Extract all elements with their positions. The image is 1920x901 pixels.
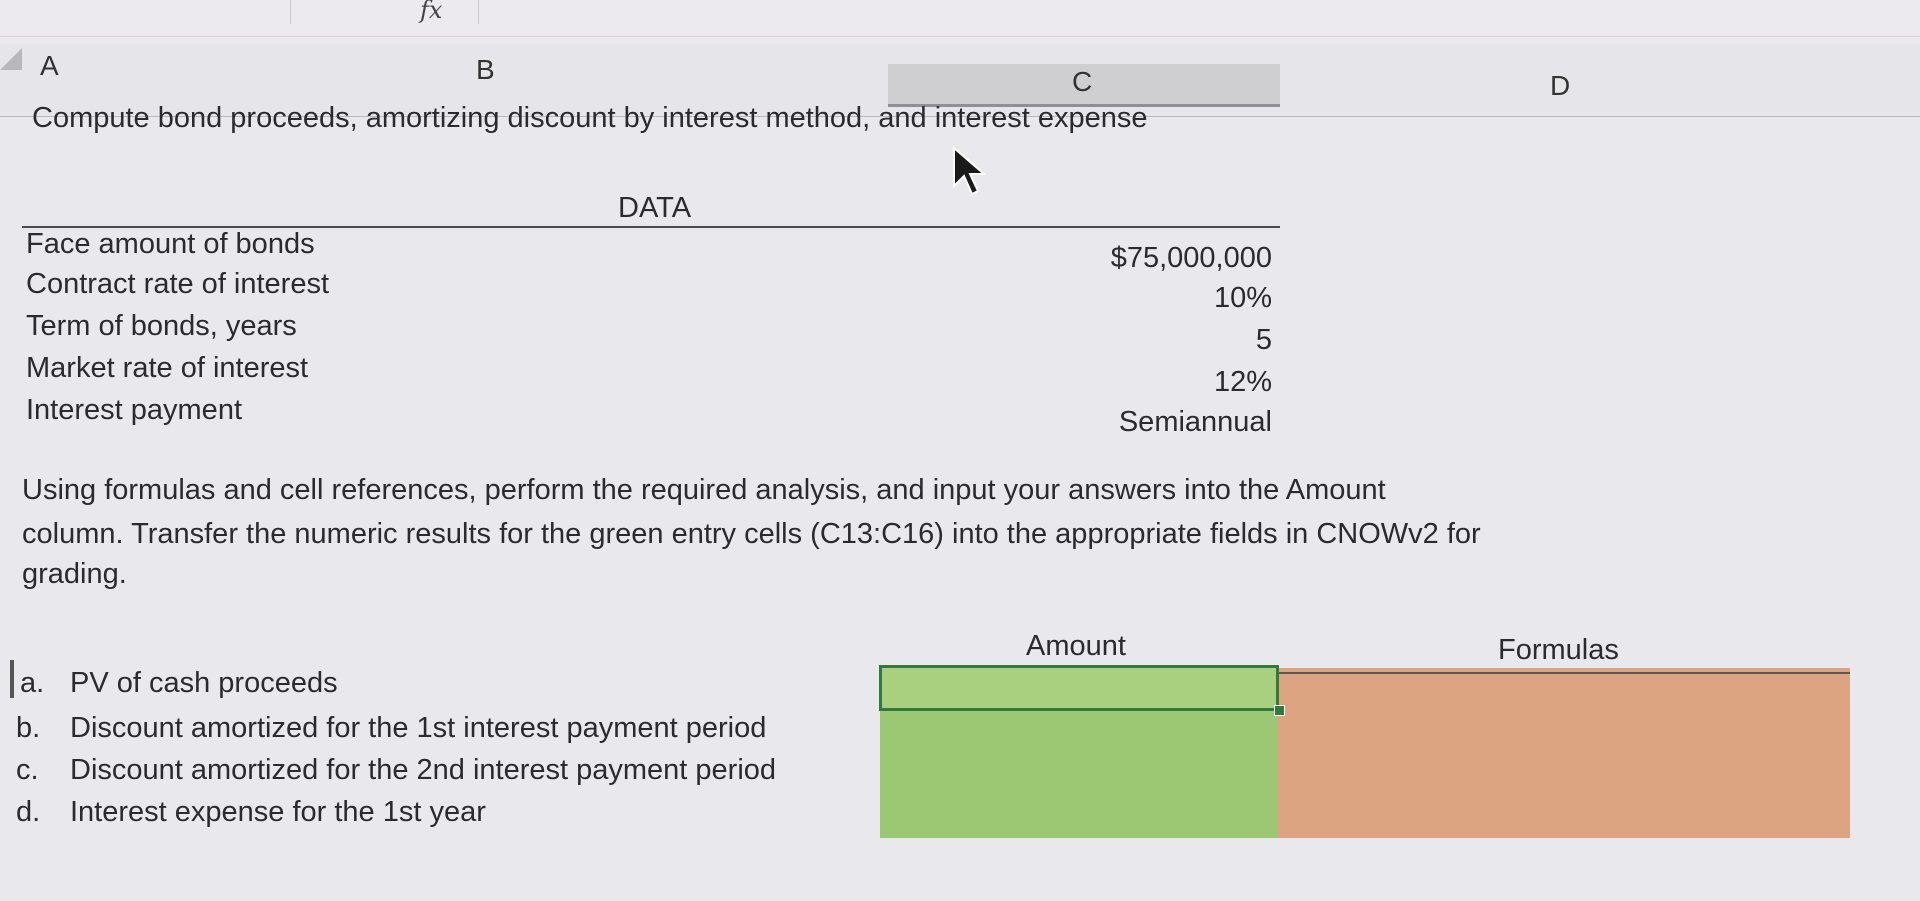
- data-value-market-rate[interactable]: 12%: [980, 366, 1272, 399]
- data-label-market-rate[interactable]: Market rate of interest: [26, 352, 308, 385]
- item-c-letter: c.: [16, 754, 39, 786]
- formulas-header[interactable]: Formulas: [1498, 634, 1619, 667]
- data-value-term[interactable]: 5: [980, 324, 1272, 357]
- item-d-letter: d.: [16, 796, 41, 828]
- amount-cell-a-selected[interactable]: [879, 665, 1279, 711]
- instructions-line-1[interactable]: Using formulas and cell references, perf…: [22, 474, 1386, 507]
- fx-icon[interactable]: fx: [420, 0, 442, 24]
- data-label-interest-payment[interactable]: Interest payment: [26, 394, 242, 427]
- data-value-contract-rate[interactable]: 10%: [980, 282, 1272, 315]
- fill-handle[interactable]: [1274, 705, 1285, 716]
- data-value-face-amount[interactable]: $75,000,000: [980, 242, 1272, 275]
- column-header-A[interactable]: A: [40, 50, 59, 82]
- formula-entry-cells[interactable]: [1278, 668, 1850, 838]
- instructions-line-2[interactable]: column. Transfer the numeric results for…: [22, 518, 1481, 551]
- item-d-label[interactable]: Interest expense for the 1st year: [70, 796, 486, 829]
- sheet-title[interactable]: Compute bond proceeds, amortizing discou…: [32, 102, 1148, 135]
- amount-header[interactable]: Amount: [1026, 630, 1126, 663]
- select-all-corner-icon[interactable]: [0, 48, 22, 70]
- mouse-pointer-icon: [953, 146, 987, 196]
- item-a-letter: a.: [20, 667, 45, 699]
- item-c-label[interactable]: Discount amortized for the 2nd interest …: [70, 754, 776, 787]
- formula-bar-separator: [478, 0, 479, 24]
- instructions-line-3[interactable]: grading.: [22, 558, 127, 591]
- row-selection-indicator: [10, 660, 14, 698]
- data-label-contract-rate[interactable]: Contract rate of interest: [26, 268, 329, 301]
- formulas-header-underline: [1278, 672, 1850, 674]
- data-label-term[interactable]: Term of bonds, years: [26, 310, 297, 343]
- column-header-D[interactable]: D: [1550, 70, 1570, 102]
- item-a-label[interactable]: PV of cash proceeds: [70, 667, 338, 700]
- column-header-C[interactable]: C: [1072, 66, 1092, 98]
- data-header[interactable]: DATA: [618, 192, 691, 225]
- data-label-face-amount[interactable]: Face amount of bonds: [26, 228, 315, 261]
- formula-bar-separator: [290, 0, 291, 24]
- column-header-B[interactable]: B: [476, 54, 495, 86]
- item-b-letter: b.: [16, 712, 41, 744]
- data-value-interest-payment[interactable]: Semiannual: [980, 406, 1272, 439]
- item-b-label[interactable]: Discount amortized for the 1st interest …: [70, 712, 766, 745]
- formula-bar[interactable]: [0, 0, 1920, 37]
